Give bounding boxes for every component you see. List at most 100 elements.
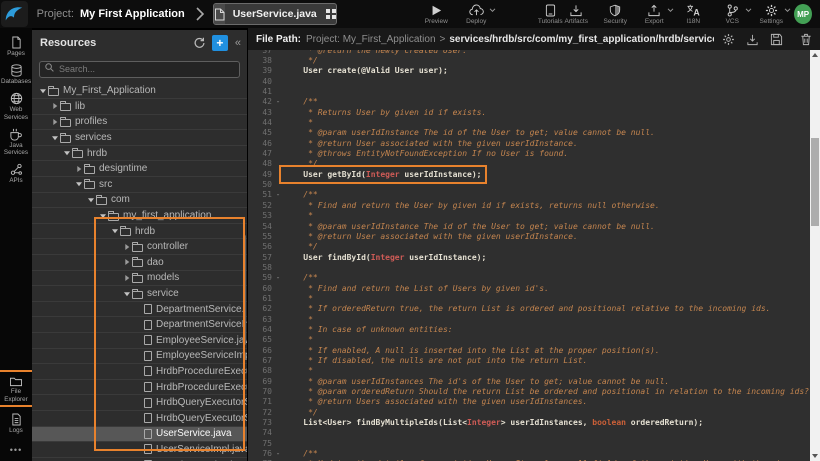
tree-item[interactable]: HrdbProcedureExecutorServiceImpl.java [32,380,247,396]
avatar[interactable]: MP [794,4,812,24]
sidebar-item-pages[interactable]: Pages [1,36,31,57]
chevron-collapsed-icon[interactable] [50,118,60,126]
code-line[interactable]: 64 * In case of unknown entities: [248,324,820,334]
fold-marker[interactable]: - [272,190,284,199]
chevron-expanded-icon[interactable] [86,196,96,204]
app-logo[interactable] [1,1,28,27]
download-button[interactable] [746,33,759,46]
deploy-button[interactable]: Deploy [463,3,489,25]
tree-item[interactable]: my_first_application [32,208,247,224]
code-line[interactable]: 74 [248,428,820,438]
add-resource-button[interactable]: + [212,35,228,51]
code-settings-button[interactable] [722,33,735,46]
chevron-expanded-icon[interactable] [122,290,132,298]
tree-item[interactable]: HrdbQueryExecutorService.java [32,395,247,411]
chevron-collapsed-icon[interactable] [122,274,132,282]
chevron-expanded-icon[interactable] [110,227,120,235]
tree-item[interactable]: models [32,271,247,287]
tree-item[interactable]: dao [32,255,247,271]
i18n-button[interactable]: AI18N [680,3,706,25]
code-line[interactable]: 75 [248,438,820,448]
sidebar-item-java-services[interactable]: Java Services [1,128,31,156]
code-line[interactable]: 41 [248,86,820,96]
fold-marker[interactable]: - [272,449,284,458]
refresh-icon[interactable] [193,37,205,49]
fold-marker[interactable]: - [272,97,284,106]
chevron-collapsed-icon[interactable] [122,243,132,251]
code-line[interactable]: 57 User findById(Integer userIdInstance)… [248,252,820,262]
chevron-expanded-icon[interactable] [62,149,72,157]
delete-button[interactable] [800,33,812,46]
code-line[interactable]: 44 * [248,117,820,127]
sidebar-item-web-services[interactable]: Web Services [1,92,31,120]
tree-item[interactable]: DepartmentServiceImpl.java [32,317,247,333]
code-line[interactable]: 39 User create(@Valid User user); [248,66,820,76]
tree-item[interactable]: My_First_Application [32,84,247,100]
code-line[interactable]: 42- /** [248,97,820,107]
code-line[interactable]: 52 * Find and return the User by given i… [248,200,820,210]
scroll-down-arrow-icon[interactable] [812,454,818,458]
tree-item[interactable]: service [32,286,247,302]
tree-item[interactable]: HrdbProcedureExecutorService.java [32,364,247,380]
search-input[interactable] [39,61,240,78]
sidebar-item-file-explorer[interactable]: File Explorer [0,370,34,406]
tree-item[interactable]: UserService.java [32,427,247,443]
collapse-panel-icon[interactable]: « [235,37,241,49]
code-line[interactable]: 46 * @return User associated with the gi… [248,138,820,148]
tree-item[interactable]: com [32,193,247,209]
chevron-expanded-icon[interactable] [38,87,48,95]
sidebar-item-databases[interactable]: Databases [1,64,31,85]
tree-item[interactable]: services [32,130,247,146]
code-line[interactable]: 58 [248,262,820,272]
code-editor[interactable]: 37 * @return the newly created User.38 *… [248,50,820,461]
chevron-expanded-icon[interactable] [74,180,84,188]
tree-item[interactable]: hrdb [32,146,247,162]
code-line[interactable]: 51- /** [248,190,820,200]
code-line[interactable]: 62 * If orderedReturn true, the return L… [248,304,820,314]
editor-scrollbar-thumb[interactable] [811,138,819,226]
security-button[interactable]: Security [602,3,628,25]
code-line[interactable]: 55 * @return User associated with the gi… [248,231,820,241]
code-line[interactable]: 45 * @param userIdInstance The id of the… [248,128,820,138]
fold-marker[interactable]: - [272,273,284,282]
editor-scrollbar[interactable] [810,50,820,461]
panel-scrollbar-thumb[interactable] [243,235,246,345]
code-line[interactable]: 73 List<User> findByMultipleIds(List<Int… [248,417,820,427]
code-line[interactable]: 54 * @param userIdInstance The id of the… [248,221,820,231]
more-options-button[interactable]: ••• [10,445,22,455]
code-line[interactable]: 71 * @return Users associated with the g… [248,397,820,407]
artifacts-button[interactable]: Artifacts [563,3,589,25]
code-line[interactable]: 63 * [248,314,820,324]
chevron-collapsed-icon[interactable] [50,102,60,110]
vcs-button[interactable]: VCS [719,3,745,25]
chevron-expanded-icon[interactable] [98,212,108,220]
scroll-up-arrow-icon[interactable] [812,53,818,57]
export-button[interactable]: Export [641,3,667,25]
chevron-collapsed-icon[interactable] [74,165,84,173]
tree-item[interactable]: src [32,177,247,193]
code-line[interactable]: 70 * @param orderedReturn Should the ret… [248,386,820,396]
chevron-collapsed-icon[interactable] [122,258,132,266]
tree-item[interactable]: EmployeeServiceImpl.java [32,349,247,365]
code-line[interactable]: 67 * If disabled, the nulls are not put … [248,355,820,365]
tree-item[interactable]: designtime [32,161,247,177]
code-line[interactable]: 61 * [248,293,820,303]
code-line[interactable]: 69 * @param userIdInstances The id's of … [248,376,820,386]
save-button[interactable] [770,33,783,46]
tree-item[interactable]: DepartmentService.java [32,302,247,318]
grid-icon[interactable] [325,8,337,20]
tree-item[interactable]: profiles [32,115,247,131]
code-line[interactable]: 47 * @throws EntityNotFoundException If … [248,148,820,158]
code-line[interactable]: 56 */ [248,242,820,252]
preview-button[interactable]: Preview [423,3,449,25]
tree-item[interactable]: controller [32,239,247,255]
tree-item[interactable]: hrdb [32,224,247,240]
open-file-tab[interactable]: UserService.java [213,3,338,25]
code-line[interactable]: 48 */ [248,159,820,169]
sidebar-item-apis[interactable]: APIs [1,163,31,184]
code-line[interactable]: 66 * If enabled, A null is inserted into… [248,345,820,355]
code-line[interactable]: 59- /** [248,273,820,283]
code-line[interactable]: 60 * Find and return the List of Users b… [248,283,820,293]
code-line[interactable]: 43 * Returns User by given id if exists. [248,107,820,117]
code-line[interactable]: 38 */ [248,55,820,65]
